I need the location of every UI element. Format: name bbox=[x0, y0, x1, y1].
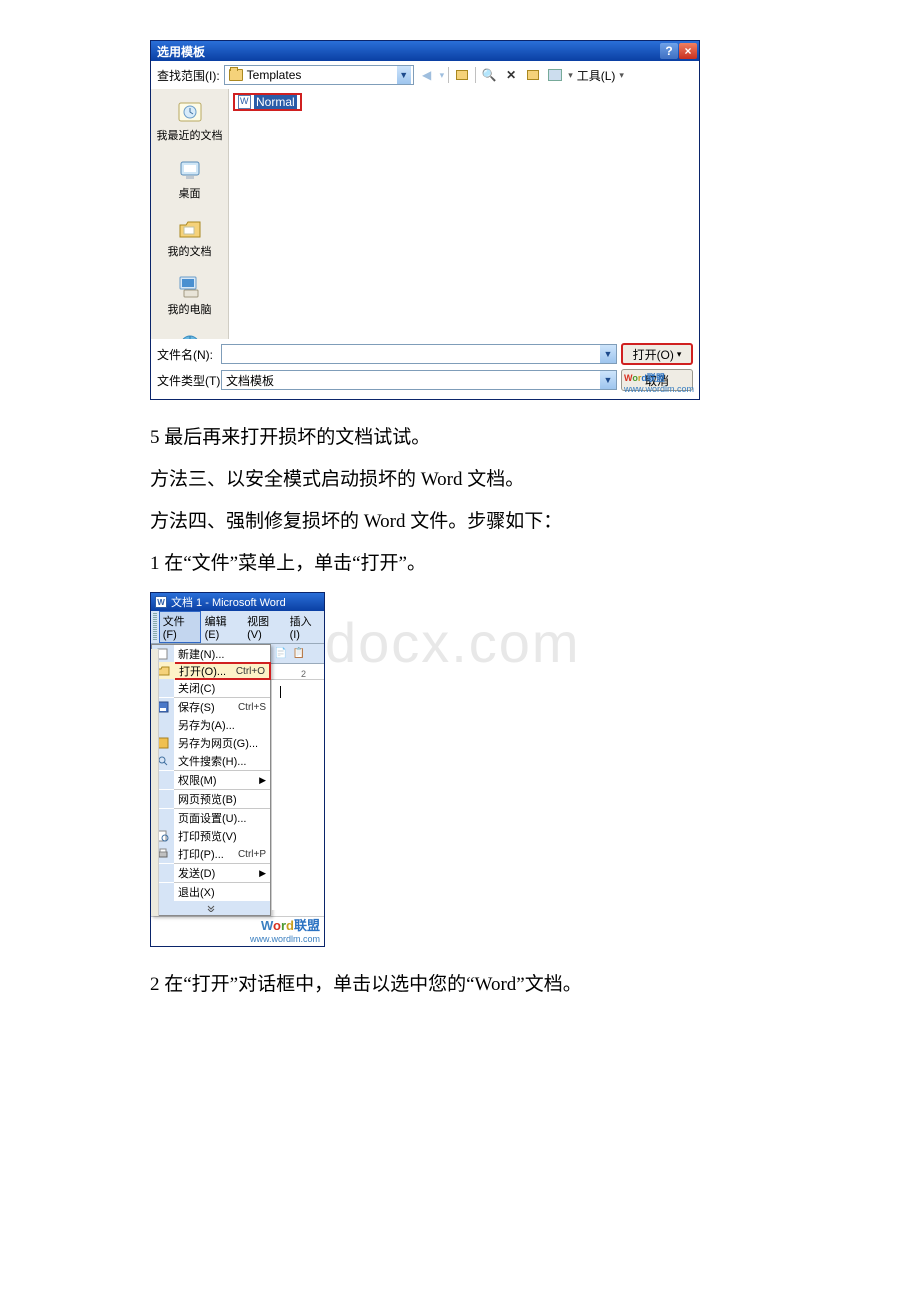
chevron-down-icon[interactable]: ▼ bbox=[600, 345, 616, 363]
cancel-button[interactable]: 取消 Word联盟 www.wordlm.com bbox=[621, 369, 693, 391]
search-icon[interactable]: 🔍 bbox=[480, 66, 498, 84]
back-icon[interactable]: ◀ bbox=[418, 66, 436, 84]
chevron-down-icon[interactable]: ▼ bbox=[600, 371, 616, 389]
word-toolbar: 📄 📋 bbox=[271, 644, 324, 664]
wordlm-logo: Word联盟 www.wordlm.com bbox=[250, 915, 320, 944]
views-icon[interactable] bbox=[546, 66, 564, 84]
dialog-titlebar: 选用模板 ? × bbox=[151, 41, 699, 61]
tools-menu[interactable]: 工具(L) bbox=[577, 67, 616, 84]
menu-open[interactable]: 打开(O)... Ctrl+O bbox=[151, 662, 271, 680]
file-item-normal[interactable]: Normal bbox=[233, 93, 302, 111]
place-mydocs-label: 我的文档 bbox=[168, 243, 212, 259]
menu-saveas[interactable]: 另存为(A)... bbox=[152, 716, 270, 734]
filetype-combo[interactable]: ▼ bbox=[221, 370, 617, 390]
cursor bbox=[280, 686, 281, 698]
filetype-input[interactable] bbox=[222, 371, 600, 389]
open-folder-icon bbox=[157, 665, 171, 677]
menu-close[interactable]: 关闭(C) bbox=[152, 679, 270, 697]
places-bar: 我最近的文档 桌面 我的文档 bbox=[151, 89, 229, 339]
place-desktop-label: 桌面 bbox=[179, 185, 201, 201]
close-button[interactable]: × bbox=[679, 43, 697, 59]
dialog-title: 选用模板 bbox=[157, 43, 205, 60]
help-button[interactable]: ? bbox=[660, 43, 678, 59]
paragraph: 2 在“打开”对话框中，单击以选中您的“Word”文档。 bbox=[150, 967, 770, 1003]
menu-webpreview[interactable]: 网页预览(B) bbox=[152, 790, 270, 808]
menu-view[interactable]: 视图(V) bbox=[243, 611, 285, 643]
new-folder-icon[interactable] bbox=[524, 66, 542, 84]
place-desktop[interactable]: 桌面 bbox=[151, 151, 228, 209]
file-list[interactable]: Normal bbox=[229, 89, 699, 339]
template-dialog: 选用模板 ? × 查找范围(I): Templates ▼ ◀ ▾ bbox=[150, 40, 700, 400]
paragraph: 5 最后再来打开损坏的文档试试。 bbox=[150, 420, 770, 456]
lookin-row: 查找范围(I): Templates ▼ ◀ ▾ 🔍 ✕ ▾ bbox=[151, 61, 699, 89]
open-button[interactable]: 打开(O)▾ bbox=[621, 343, 693, 365]
menu-expand[interactable] bbox=[152, 901, 270, 915]
menu-filesearch[interactable]: 文件搜索(H)... bbox=[152, 752, 270, 770]
lookin-value: Templates bbox=[247, 68, 302, 82]
paragraph: 方法三、以安全模式启动损坏的 Word 文档。 bbox=[150, 462, 770, 498]
place-mypc[interactable]: 我的电脑 bbox=[151, 267, 228, 325]
place-mypc-label: 我的电脑 bbox=[168, 301, 212, 317]
menu-print[interactable]: 打印(P)...Ctrl+P bbox=[152, 845, 270, 863]
menubar: 文件(F) 编辑(E) 视图(V) 插入(I) bbox=[151, 611, 324, 644]
word-titlebar: W 文档 1 - Microsoft Word bbox=[151, 593, 324, 611]
menu-save[interactable]: 保存(S)Ctrl+S bbox=[152, 698, 270, 716]
menu-pagesetup[interactable]: 页面设置(U)... bbox=[152, 809, 270, 827]
doc-icon bbox=[238, 95, 251, 109]
word-icon: W bbox=[155, 596, 167, 608]
file-item-label: Normal bbox=[254, 95, 297, 109]
ruler: 2 bbox=[271, 664, 324, 680]
menu-insert[interactable]: 插入(I) bbox=[286, 611, 324, 643]
menu-send[interactable]: 发送(D)▶ bbox=[152, 864, 270, 882]
word-title-text: 文档 1 - Microsoft Word bbox=[171, 594, 286, 610]
menu-new[interactable]: 新建(N)... bbox=[152, 645, 270, 663]
filename-combo[interactable]: ▼ bbox=[221, 344, 617, 364]
menu-file[interactable]: 文件(F) bbox=[159, 611, 201, 643]
delete-icon[interactable]: ✕ bbox=[502, 66, 520, 84]
lookin-combo[interactable]: Templates ▼ bbox=[224, 65, 414, 85]
filename-input[interactable] bbox=[222, 345, 600, 363]
menu-permission[interactable]: 权限(M)▶ bbox=[152, 771, 270, 789]
menu-edit[interactable]: 编辑(E) bbox=[201, 611, 243, 643]
place-recent[interactable]: 我最近的文档 bbox=[151, 93, 228, 151]
tb-icon[interactable]: 📋 bbox=[291, 646, 307, 662]
tb-icon[interactable]: 📄 bbox=[273, 646, 289, 662]
menu-saveweb[interactable]: 另存为网页(G)... bbox=[152, 734, 270, 752]
word-window: W 文档 1 - Microsoft Word 文件(F) 编辑(E) 视图(V… bbox=[150, 592, 325, 947]
lookin-label: 查找范围(I): bbox=[157, 67, 220, 84]
folder-icon bbox=[229, 69, 243, 81]
chevron-down-icon[interactable]: ▼ bbox=[397, 66, 411, 84]
up-folder-icon[interactable] bbox=[453, 66, 471, 84]
paragraph: 1 在“文件”菜单上，单击“打开”。 bbox=[150, 546, 770, 582]
filetype-label: 文件类型(T): bbox=[157, 372, 217, 389]
menu-exit[interactable]: 退出(X) bbox=[152, 883, 270, 901]
file-menu-dropdown: 新建(N)... 打开(O)... Ctrl+O 关闭(C) 保存(S)Ctrl… bbox=[151, 644, 271, 916]
wordlm-watermark: Word联盟 www.wordlm.com bbox=[624, 371, 694, 394]
menu-printpreview[interactable]: 打印预览(V) bbox=[152, 827, 270, 845]
filename-label: 文件名(N): bbox=[157, 346, 217, 363]
place-mydocs[interactable]: 我的文档 bbox=[151, 209, 228, 267]
place-recent-label: 我最近的文档 bbox=[157, 127, 223, 143]
paragraph: 方法四、强制修复损坏的 Word 文件。步骤如下： bbox=[150, 504, 770, 540]
